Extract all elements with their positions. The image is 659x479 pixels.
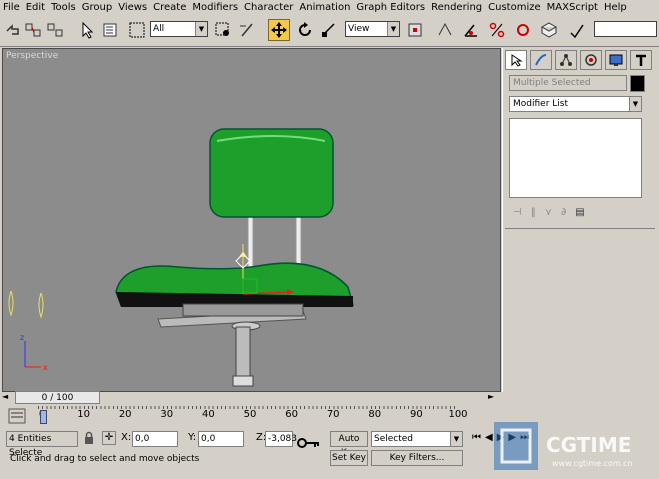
panel-divider [505, 228, 655, 229]
menu-animation[interactable]: Animation [296, 0, 353, 16]
select-by-name-icon[interactable] [100, 19, 122, 41]
named-selection-icon[interactable] [538, 19, 560, 41]
x-label: X: [121, 432, 132, 443]
menu-customize[interactable]: Customize [485, 0, 544, 16]
configure-modifier-sets-icon[interactable]: ▤ [575, 207, 584, 218]
modifier-list-dropdown[interactable]: Modifier List ▼ [509, 96, 642, 112]
make-unique-icon[interactable]: ⋎ [545, 207, 552, 218]
track-tick-marks [38, 406, 458, 409]
chair-model: z x [8, 128, 354, 387]
percent-snap-icon[interactable] [486, 19, 508, 41]
menu-bar: File Edit Tools Group Views Create Modifiers Ch… [0, 0, 659, 16]
track-tick-label: 50 [243, 409, 257, 420]
object-color-swatch[interactable] [630, 75, 645, 92]
menu-views[interactable]: Views [115, 0, 150, 16]
utilities-tab-icon[interactable] [630, 50, 652, 70]
modifier-stack[interactable] [509, 118, 642, 198]
hierarchy-tab-icon[interactable] [555, 50, 577, 70]
command-panel: Multiple Selected Modifier List ▼ ⊣ ‖ ⋎ ∂… [502, 48, 658, 392]
menu-create[interactable]: Create [150, 0, 189, 16]
menu-help[interactable]: Help [601, 0, 630, 16]
watermark-brand: CGTIME [546, 433, 631, 457]
next-frame-icon[interactable]: ► [488, 392, 494, 401]
z-coordinate-field[interactable]: -3,083 [265, 431, 297, 447]
track-tick-label: 70 [326, 409, 340, 420]
track-tick-label: 60 [285, 409, 298, 420]
key-icon[interactable] [297, 436, 321, 450]
modify-tab-icon[interactable] [530, 50, 552, 70]
key-filters-button[interactable]: Key Filters... [371, 450, 463, 466]
select-and-rotate-icon[interactable] [294, 19, 316, 41]
track-tick-label: 30 [160, 409, 174, 420]
snap-toggle-icon[interactable] [434, 19, 456, 41]
menu-rendering[interactable]: Rendering [428, 0, 485, 16]
object-name-field[interactable]: Multiple Selected [509, 75, 627, 91]
undo-icon[interactable] [2, 19, 24, 41]
named-selection-sets-field[interactable] [594, 21, 657, 37]
motion-tab-icon[interactable] [580, 50, 602, 70]
prompt-line: Click and drag to select and move object… [10, 454, 200, 464]
menu-character[interactable]: Character [241, 0, 296, 16]
show-end-result-icon[interactable]: ‖ [531, 207, 536, 218]
track-tick-label: 90 [410, 409, 423, 420]
create-tab-icon[interactable] [505, 50, 527, 70]
display-tab-icon[interactable] [605, 50, 627, 70]
y-label: Y: [188, 432, 197, 443]
menu-modifiers[interactable]: Modifiers [189, 0, 241, 16]
track-tick-label: 20 [118, 409, 132, 420]
select-and-link-icon[interactable] [236, 19, 258, 41]
svg-text:z: z [20, 333, 24, 342]
set-key-button[interactable]: Set Key [330, 450, 368, 466]
stack-controls: ⊣ ‖ ⋎ ∂ ▤ [513, 204, 643, 220]
watermark-url: www.cgtime.com.cn [552, 459, 633, 468]
reference-coordinate-dropdown[interactable]: View ▼ [345, 21, 400, 37]
track-tick-label: 40 [202, 409, 215, 420]
select-object-icon[interactable] [76, 19, 98, 41]
time-marker[interactable] [40, 410, 47, 424]
key-mode-dropdown[interactable]: Selected ▼ [371, 431, 463, 447]
y-coordinate-field[interactable]: 0,0 [198, 431, 244, 447]
cgtime-watermark: CGTIME www.cgtime.com.cn [490, 418, 655, 476]
x-coordinate-field[interactable]: 0,0 [132, 431, 178, 447]
unlink-icon[interactable] [44, 19, 66, 41]
time-slider[interactable]: 0 / 100 [15, 391, 100, 404]
go-to-start-icon[interactable]: ⏮ [472, 432, 481, 443]
link-icon[interactable] [22, 19, 44, 41]
region-select-icon[interactable] [126, 19, 148, 41]
select-and-move-icon[interactable] [268, 19, 290, 41]
angle-snap-icon[interactable] [460, 19, 482, 41]
pivot-center-icon[interactable] [404, 19, 426, 41]
pin-stack-icon[interactable]: ⊣ [513, 207, 522, 218]
selection-filter-dropdown[interactable]: All ▼ [150, 21, 208, 37]
menu-edit[interactable]: Edit [23, 0, 48, 16]
lock-selection-icon[interactable] [82, 431, 96, 445]
menu-graph-editors[interactable]: Graph Editors [353, 0, 428, 16]
command-panel-tabs [503, 48, 658, 72]
menu-maxscript[interactable]: MAXScript [544, 0, 601, 16]
remove-modifier-icon[interactable]: ∂ [561, 207, 566, 218]
track-tick-label: 100 [448, 409, 468, 420]
main-toolbar: All ▼ View ▼ [0, 16, 659, 47]
spinner-snap-icon[interactable] [512, 19, 534, 41]
menu-group[interactable]: Group [79, 0, 115, 16]
selection-count: 4 Entities Selecte [6, 431, 78, 458]
menu-tools[interactable]: Tools [48, 0, 79, 16]
perspective-viewport[interactable]: Perspective z x [2, 48, 501, 392]
mini-curve-editor-icon[interactable] [8, 407, 26, 425]
absolute-mode-icon[interactable]: ✛ [102, 431, 116, 445]
svg-text:x: x [43, 363, 48, 372]
spell-check-icon[interactable] [566, 19, 588, 41]
track-tick-label: 80 [368, 409, 382, 420]
time-slider-bar: ◄ 0 / 100 ► [0, 391, 499, 405]
track-bar[interactable]: 0102030405060708090100 [0, 406, 480, 428]
auto-key-button[interactable]: Auto Key [330, 431, 368, 458]
window-crossing-icon[interactable] [212, 19, 234, 41]
prev-frame-icon[interactable]: ◄ [2, 392, 8, 401]
menu-file[interactable]: File [0, 0, 23, 16]
select-and-scale-icon[interactable] [318, 19, 340, 41]
track-tick-label: 10 [77, 409, 90, 420]
